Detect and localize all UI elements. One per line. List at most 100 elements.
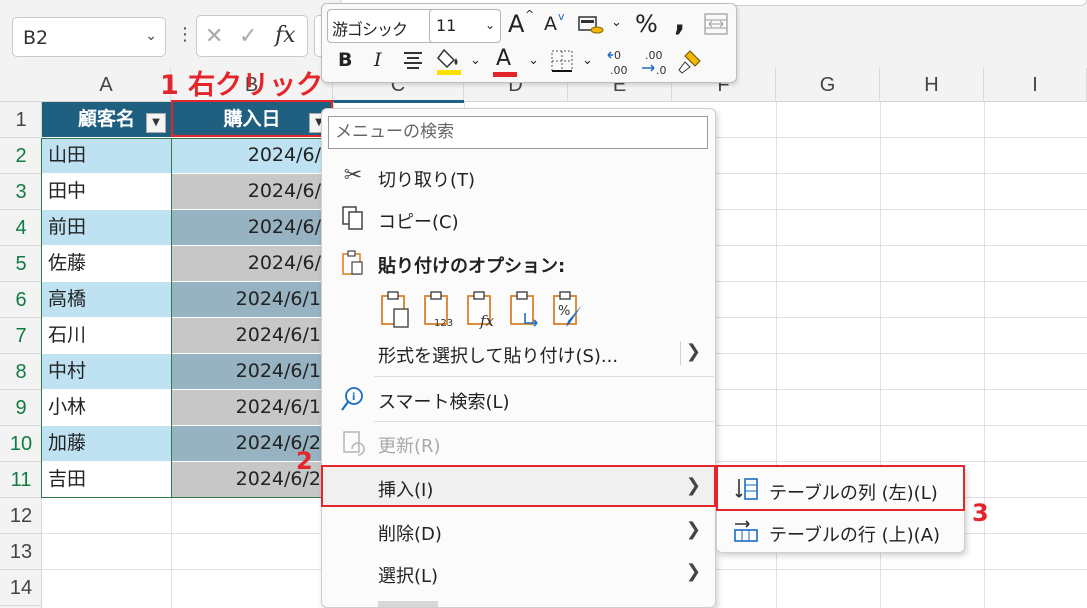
row-header-2[interactable]: 2: [0, 138, 42, 174]
table-cell-name[interactable]: 高橋: [42, 282, 171, 318]
chevron-right-icon: ❯: [685, 519, 701, 540]
row-header-8[interactable]: 8: [0, 354, 42, 390]
more-options-icon[interactable]: ⋮: [176, 24, 194, 45]
row-header-14[interactable]: 14: [0, 570, 42, 606]
chevron-down-icon[interactable]: ⌄: [470, 54, 481, 67]
menu-item-delete[interactable]: 削除(D) ❯: [322, 511, 715, 551]
name-box[interactable]: B2 ⌄: [12, 17, 166, 57]
row-header-10[interactable]: 10: [0, 426, 42, 462]
table-cell-date[interactable]: 2024/6/: [171, 246, 333, 282]
increase-font-size-icon[interactable]: A: [508, 12, 524, 36]
check-icon[interactable]: ✓: [239, 24, 257, 49]
gridline: [984, 102, 985, 608]
annotation-box-step1: [171, 100, 333, 137]
table-cell-name[interactable]: 前田: [42, 210, 171, 246]
cancel-icon[interactable]: ✕: [205, 24, 223, 49]
submenu-item-insert-row-above[interactable]: テーブルの行 (上)(A): [717, 511, 964, 551]
table-cell-name[interactable]: 吉田: [42, 462, 171, 498]
svg-text:.00: .00: [645, 49, 663, 62]
row-header-12[interactable]: 12: [0, 498, 42, 534]
font-size-select[interactable]: 11 ⌄: [429, 9, 501, 43]
table-cell-date[interactable]: 2024/6/: [171, 138, 333, 174]
comma-style-icon[interactable]: ,: [674, 6, 685, 36]
annotation-box-step3: [716, 465, 965, 511]
column-header-h[interactable]: H: [880, 68, 984, 102]
bold-icon[interactable]: B: [338, 51, 352, 70]
annotation-label-step3: 3: [972, 499, 989, 527]
font-color-icon[interactable]: A: [496, 48, 511, 70]
table-cell-date[interactable]: 2024/6/1: [171, 354, 333, 390]
paste-formatting-icon[interactable]: %: [552, 291, 586, 329]
paste-formulas-icon[interactable]: fx: [466, 291, 500, 329]
menu-search-input[interactable]: メニューの検索: [328, 116, 708, 149]
menu-item-select[interactable]: 選択(L) ❯: [322, 553, 715, 593]
row-header-5[interactable]: 5: [0, 246, 42, 282]
table-cell-name[interactable]: 佐藤: [42, 246, 171, 282]
increase-decimal-icon[interactable]: 0 .00: [606, 48, 636, 76]
decrease-decimal-icon[interactable]: .00 .0: [640, 48, 670, 76]
menu-item-label: 削除(D): [378, 524, 442, 545]
paste-icon[interactable]: [380, 291, 414, 329]
table-cell-date[interactable]: 2024/6/: [171, 174, 333, 210]
annotation-box-step2: [321, 465, 716, 507]
menu-item-smart-lookup[interactable]: i スマート検索(L): [322, 379, 715, 419]
svg-text:fx: fx: [479, 312, 495, 329]
menu-item-refresh: 更新(R): [322, 423, 715, 463]
table-cell-date[interactable]: 2024/6/1: [171, 318, 333, 354]
table-cell-date[interactable]: 2024/6/1: [171, 390, 333, 426]
row-header-1[interactable]: 1: [0, 102, 42, 138]
context-menu: メニューの検索 ✂ 切り取り(T) コピー(C) 貼り付けのオプション: 123…: [321, 108, 716, 608]
number-format-icon[interactable]: [578, 14, 604, 36]
chevron-right-icon[interactable]: ❯: [686, 341, 701, 362]
insert-function-icon[interactable]: fx: [275, 23, 296, 48]
svg-text:i: i: [352, 392, 355, 403]
table-cell-name[interactable]: 石川: [42, 318, 171, 354]
table-cell-date[interactable]: 2024/6/1: [171, 282, 333, 318]
column-header-g[interactable]: G: [776, 68, 880, 102]
borders-icon[interactable]: [550, 49, 574, 73]
table-cell-name[interactable]: 中村: [42, 354, 171, 390]
chevron-down-icon[interactable]: ⌄: [528, 54, 539, 67]
decrease-font-size-icon[interactable]: A: [544, 15, 557, 34]
row-header-9[interactable]: 9: [0, 390, 42, 426]
chevron-right-icon: ❯: [685, 561, 701, 582]
menu-separator: [374, 376, 714, 377]
table-cell-name[interactable]: 田中: [42, 174, 171, 210]
percent-style-icon[interactable]: %: [635, 12, 658, 36]
table-cell-name[interactable]: 小林: [42, 390, 171, 426]
format-painter-icon[interactable]: [676, 48, 704, 76]
row-header-4[interactable]: 4: [0, 210, 42, 246]
row-header-6[interactable]: 6: [0, 282, 42, 318]
column-header-a[interactable]: A: [42, 68, 171, 102]
table-cell-name[interactable]: 加藤: [42, 426, 171, 462]
chevron-down-icon[interactable]: ⌄: [485, 18, 495, 32]
row-header-11[interactable]: 11: [0, 462, 42, 498]
paste-transpose-icon[interactable]: [509, 291, 543, 329]
menu-item-label: 切り取り(T): [378, 170, 476, 191]
menu-separator: [374, 421, 714, 422]
filter-dropdown-icon[interactable]: ▼: [146, 113, 166, 133]
svg-text:.00: .00: [610, 64, 628, 76]
chevron-down-icon[interactable]: ⌄: [582, 54, 593, 67]
table-cell-name[interactable]: 山田: [42, 138, 171, 174]
row-header-7[interactable]: 7: [0, 318, 42, 354]
chevron-down-icon[interactable]: ⌄: [145, 28, 157, 44]
row-header-13[interactable]: 13: [0, 534, 42, 570]
fill-color-icon[interactable]: [436, 46, 464, 76]
menu-item-paste-special[interactable]: 形式を選択して貼り付け(S)... ❯: [322, 333, 715, 373]
merge-center-icon[interactable]: [704, 13, 728, 35]
menu-item-paste-options: 貼り付けのオプション:: [322, 243, 715, 283]
align-center-icon[interactable]: [402, 50, 424, 72]
row-header-3[interactable]: 3: [0, 174, 42, 210]
column-header-i[interactable]: I: [984, 68, 1087, 102]
chevron-down-icon[interactable]: ⌄: [611, 16, 622, 29]
table-cell-date[interactable]: 2024/6/: [171, 210, 333, 246]
submenu-item-label: テーブルの行 (上)(A): [769, 525, 941, 546]
smart-lookup-icon: i: [341, 387, 363, 411]
italic-icon[interactable]: I: [374, 51, 382, 70]
menu-item-cut[interactable]: ✂ 切り取り(T): [322, 157, 715, 197]
paste-values-icon[interactable]: 123: [423, 291, 457, 329]
row-headers: 1 2 3 4 5 6 7 8 9 10 11 12 13 14: [0, 102, 42, 608]
menu-item-copy[interactable]: コピー(C): [322, 199, 715, 239]
clipboard-icon: [342, 250, 363, 275]
